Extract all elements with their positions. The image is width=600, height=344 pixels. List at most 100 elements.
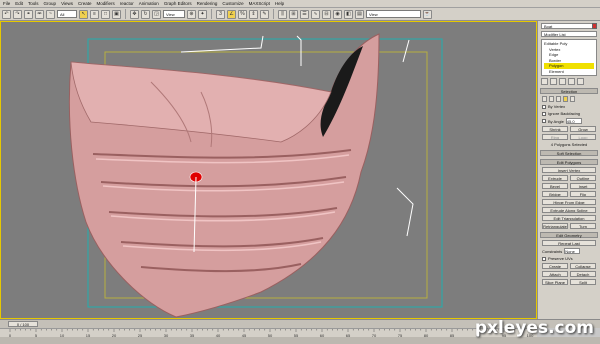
grow-button[interactable]: Grow [570,126,596,132]
by-angle-checkbox[interactable] [542,119,546,123]
object-name-field[interactable]: Boat [541,23,597,29]
polygon-mode-icon[interactable] [563,96,568,102]
ignore-backfacing-checkbox[interactable] [542,111,546,116]
by-vertex-label: By Vertex [548,104,566,109]
menu-item-maxscript[interactable]: MAXScript [249,1,270,6]
extrude-along-spline-button[interactable]: Extrude Along Spline [542,207,596,213]
menu-item-customize[interactable]: Customize [222,1,243,6]
loop-button[interactable]: Loop [570,134,596,140]
time-slider[interactable]: 0 / 100 [8,321,38,327]
undo-icon[interactable]: ↶ [2,9,11,19]
menu-item-edit[interactable]: Edit [15,1,23,6]
menu-item-graph-editors[interactable]: Graph Editors [164,1,192,6]
split-button[interactable]: Split [570,279,596,285]
show-end-result-icon[interactable] [550,78,557,85]
menu-item-file[interactable]: File [3,1,10,6]
slice-plane-button[interactable]: Slice Plane [542,279,568,285]
curve-editor-icon[interactable]: ∿ [311,9,320,19]
collapse-button[interactable]: Collapse [570,263,596,269]
select-rotate-icon[interactable]: ↻ [141,9,150,19]
object-color-swatch[interactable] [592,23,597,29]
menu-item-group[interactable]: Group [44,1,57,6]
menu-item-tools[interactable]: Tools [28,1,39,6]
soft-selection-rollout[interactable]: Soft Selection [540,150,598,156]
bind-spacewarp-icon[interactable]: ~ [46,9,55,19]
region-select-icon[interactable]: □ [101,9,110,19]
unlink-icon[interactable]: ⚮ [35,9,44,19]
angle-snap-icon[interactable]: ∠ [227,9,236,19]
quick-render-icon[interactable]: ☕ [423,9,432,19]
flip-button[interactable]: Flip [570,191,596,197]
preserve-uvs-checkbox[interactable] [542,256,546,261]
select-move-icon[interactable]: ✥ [130,9,139,19]
align-icon[interactable]: ⊞ [289,9,298,19]
selection-filter-select[interactable]: All [57,10,77,18]
edit-geometry-rollout[interactable]: Edit Geometry [540,232,598,238]
ring-button[interactable]: Ring [542,134,568,140]
perspective-viewport[interactable] [0,21,537,319]
link-icon[interactable]: ⚭ [24,9,33,19]
bridge-button[interactable]: Bridge [542,191,568,197]
repeat-last-button[interactable]: Repeat Last [542,240,596,246]
stack-item-element[interactable]: Element [544,69,594,75]
create-button[interactable]: Create [542,263,568,269]
named-selection-icon[interactable]: ✎ [260,9,269,19]
selection-rollout[interactable]: Selection [540,88,598,94]
spinner-snap-icon[interactable]: ⇕ [249,9,258,19]
extrude-button[interactable]: Extrude [542,175,568,181]
percent-snap-icon[interactable]: % [238,9,247,19]
schematic-view-icon[interactable]: ⊟ [322,9,331,19]
detach-button[interactable]: Detach [570,271,596,277]
constraints-select[interactable]: None [564,248,581,254]
attach-button[interactable]: Attach [542,271,568,277]
command-panel: Boat Modifier List Editable Poly Vertex … [537,21,600,319]
stack-tools [541,78,597,85]
edit-polygons-rollout[interactable]: Edit Polygons [540,159,598,165]
turn-button[interactable]: Turn [570,223,596,229]
element-mode-icon[interactable] [570,96,575,102]
shrink-button[interactable]: Shrink [542,126,568,132]
vertex-mode-icon[interactable] [542,96,547,102]
render-type-select[interactable]: View [366,10,421,18]
select-by-name-icon[interactable]: ≡ [90,9,99,19]
menu-item-create[interactable]: Create [78,1,92,6]
retriangulate-button[interactable]: Retriangulate [542,223,568,229]
remove-modifier-icon[interactable] [568,78,575,85]
boat-model-render [68,33,443,318]
edge-mode-icon[interactable] [549,96,554,102]
menu-item-reactor[interactable]: reactor [120,1,134,6]
pin-stack-icon[interactable] [541,78,548,85]
render-setup-icon[interactable]: ◧ [344,9,353,19]
menu-item-help[interactable]: Help [275,1,284,6]
menu-item-animation[interactable]: Animation [139,1,159,6]
menu-item-modifiers[interactable]: Modifiers [97,1,115,6]
by-angle-spinner[interactable]: 45.0 [565,118,582,124]
material-editor-icon[interactable]: ◉ [333,9,342,19]
select-scale-icon[interactable]: ◲ [152,9,161,19]
menu-item-views[interactable]: Views [61,1,73,6]
modifier-list-select[interactable]: Modifier List [541,31,597,37]
mirror-icon[interactable]: ⫼ [278,9,287,19]
snap-toggle-icon[interactable]: 3 [216,9,225,19]
configure-sets-icon[interactable] [577,78,584,85]
insert-vertex-button[interactable]: Insert Vertex [542,167,596,173]
hinge-from-edge-button[interactable]: Hinge From Edge [542,199,596,205]
border-mode-icon[interactable] [556,96,561,102]
edit-triangulation-button[interactable]: Edit Triangulation [542,215,596,221]
by-vertex-checkbox[interactable] [542,104,546,109]
reference-coord-select[interactable]: View [163,10,185,18]
redo-icon[interactable]: ↷ [13,9,22,19]
select-object-icon[interactable]: ↖ [79,9,88,19]
selection-status: 4 Polygons Selected [550,142,588,147]
outline-button[interactable]: Outline [570,175,596,181]
inset-button[interactable]: Inset [570,183,596,189]
make-unique-icon[interactable] [559,78,566,85]
menu-bar: File Edit Tools Group Views Create Modifiers re… [0,0,600,8]
manipulate-icon[interactable]: ✦ [198,9,207,19]
layer-manager-icon[interactable]: ☰ [300,9,309,19]
menu-item-rendering[interactable]: Rendering [197,1,218,6]
render-frame-icon[interactable]: ▤ [355,9,364,19]
window-crossing-icon[interactable]: ▣ [112,9,121,19]
bevel-button[interactable]: Bevel [542,183,568,189]
pivot-icon[interactable]: ⊕ [187,9,196,19]
